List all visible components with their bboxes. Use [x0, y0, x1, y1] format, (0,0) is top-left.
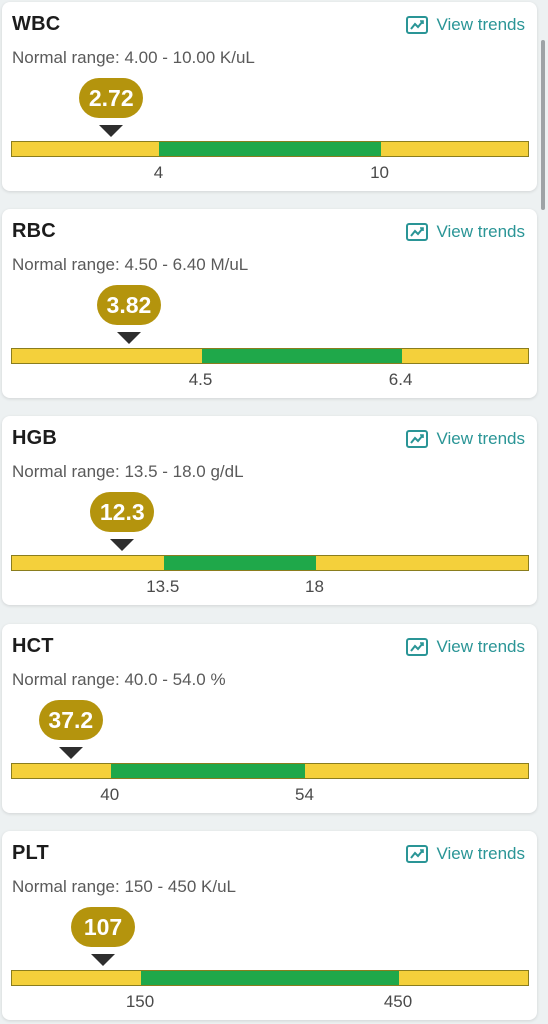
normal-range-text: Normal range: 13.5 - 18.0 g/dL [12, 462, 244, 482]
view-trends-label: View trends [436, 429, 525, 448]
view-trends-label: View trends [436, 15, 525, 34]
result-value-bubble: 12.3 [90, 492, 155, 532]
trend-chart-icon [406, 845, 429, 863]
range-bar [11, 555, 529, 571]
test-name: WBC [12, 13, 61, 35]
test-card-rbc: RBC View trends Normal range: 4.50 - 6.4… [2, 209, 537, 398]
range-bar [11, 348, 529, 364]
result-value-bubble: 3.82 [96, 285, 161, 325]
result-value-bubble: 2.72 [79, 78, 144, 118]
range-bar [11, 141, 529, 157]
range-high-tick: 6.4 [388, 370, 413, 389]
range-low-tick: 4 [153, 163, 164, 182]
view-trends-link[interactable]: View trends [406, 15, 525, 35]
range-low-tick: 150 [125, 992, 155, 1011]
normal-range-text: Normal range: 40.0 - 54.0 % [12, 670, 226, 690]
view-trends-label: View trends [436, 844, 525, 863]
view-trends-label: View trends [436, 637, 525, 656]
result-value-bubble: 107 [71, 907, 136, 947]
test-card-hgb: HGB View trends Normal range: 13.5 - 18.… [2, 416, 537, 605]
marker-pointer-icon [91, 954, 116, 966]
test-name: RBC [12, 220, 56, 242]
range-bar-high-segment [399, 971, 528, 985]
range-bar-low-segment [12, 971, 141, 985]
view-trends-link[interactable]: View trends [406, 222, 525, 242]
trend-chart-icon [406, 638, 429, 656]
range-bar-high-segment [380, 142, 528, 156]
range-bar-low-segment [12, 142, 160, 156]
normal-range-value: 4.50 - 6.40 M/uL [124, 255, 249, 274]
normal-range-value: 40.0 - 54.0 % [124, 670, 226, 689]
trend-chart-icon [406, 16, 429, 34]
lab-results-page: WBC View trends Normal range: 4.00 - 10.… [0, 0, 548, 1024]
range-low-tick: 13.5 [146, 577, 180, 596]
test-name: HCT [12, 635, 54, 657]
range-low-tick: 40 [100, 785, 120, 804]
normal-range-label: Normal range: [12, 877, 120, 896]
view-trends-link[interactable]: View trends [406, 844, 525, 864]
normal-range-label: Normal range: [12, 255, 120, 274]
range-bar-normal-segment [163, 556, 316, 570]
view-trends-label: View trends [436, 222, 525, 241]
range-high-tick: 54 [294, 785, 314, 804]
range-low-tick: 4.5 [188, 370, 213, 389]
result-value-bubble: 37.2 [38, 700, 103, 740]
range-bar-high-segment [401, 349, 528, 363]
range-bar-high-segment [315, 556, 528, 570]
normal-range-text: Normal range: 150 - 450 K/uL [12, 877, 236, 897]
range-bar-low-segment [12, 349, 202, 363]
test-name: PLT [12, 842, 49, 864]
normal-range-label: Normal range: [12, 48, 120, 67]
range-bar-low-segment [12, 556, 164, 570]
range-bar-normal-segment [201, 349, 402, 363]
marker-pointer-icon [58, 747, 83, 759]
range-bar-normal-segment [141, 971, 399, 985]
range-high-tick: 18 [305, 577, 324, 596]
test-name: HGB [12, 427, 58, 449]
marker-pointer-icon [99, 125, 124, 137]
test-card-wbc: WBC View trends Normal range: 4.00 - 10.… [2, 2, 537, 191]
range-bar [11, 970, 529, 986]
marker-pointer-icon [110, 539, 135, 551]
range-bar-low-segment [12, 764, 111, 778]
normal-range-label: Normal range: [12, 670, 120, 689]
trend-chart-icon [406, 430, 429, 448]
view-trends-link[interactable]: View trends [406, 637, 525, 657]
view-trends-link[interactable]: View trends [406, 429, 525, 449]
normal-range-value: 150 - 450 K/uL [124, 877, 236, 896]
normal-range-label: Normal range: [12, 462, 120, 481]
normal-range-value: 13.5 - 18.0 g/dL [124, 462, 244, 481]
range-bar-normal-segment [110, 764, 306, 778]
range-high-tick: 10 [370, 163, 390, 182]
range-high-tick: 450 [383, 992, 413, 1011]
marker-pointer-icon [116, 332, 141, 344]
range-bar-normal-segment [159, 142, 381, 156]
scrollbar[interactable] [541, 40, 545, 210]
normal-range-value: 4.00 - 10.00 K/uL [124, 48, 255, 67]
range-bar [11, 763, 529, 779]
normal-range-text: Normal range: 4.50 - 6.40 M/uL [12, 255, 248, 275]
test-card-plt: PLT View trends Normal range: 150 - 450 … [2, 831, 537, 1020]
normal-range-text: Normal range: 4.00 - 10.00 K/uL [12, 48, 255, 68]
test-card-hct: HCT View trends Normal range: 40.0 - 54.… [2, 624, 537, 813]
range-bar-high-segment [305, 764, 528, 778]
trend-chart-icon [406, 223, 429, 241]
